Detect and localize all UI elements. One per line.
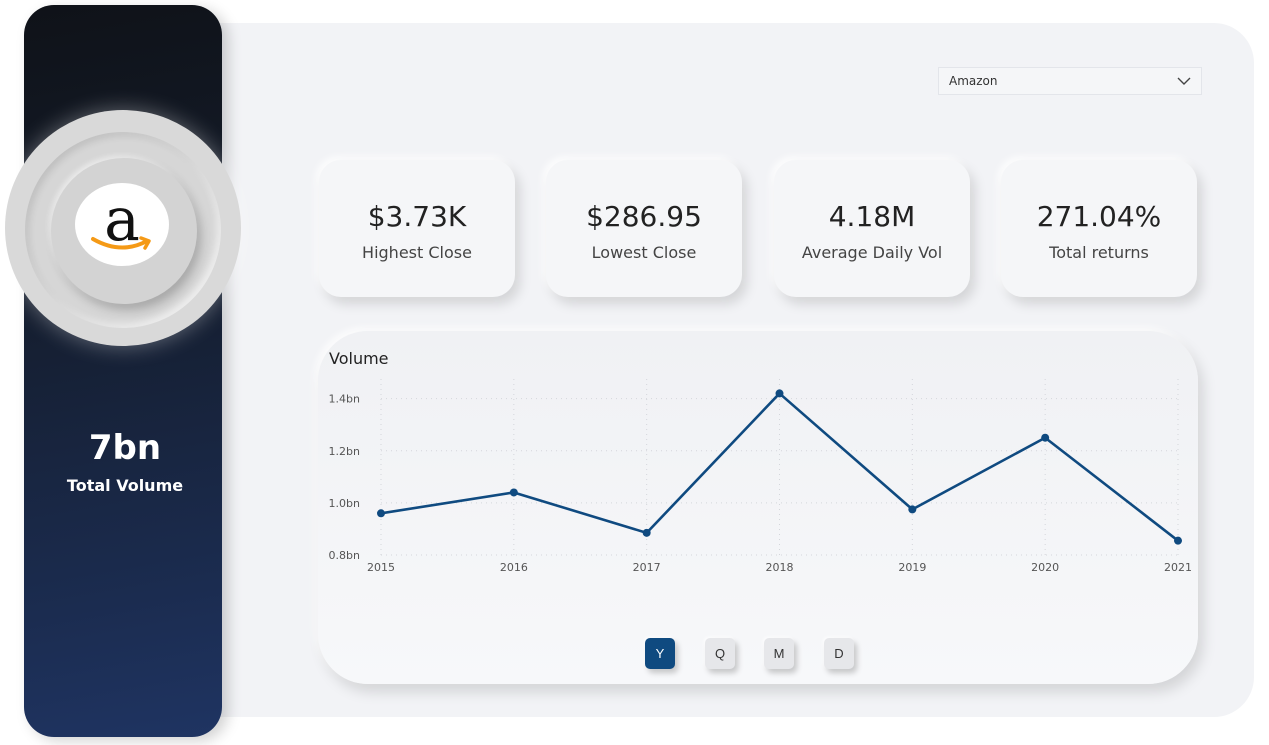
y-tick-label: 0.8bn — [329, 549, 360, 562]
kpi-card-lowest-close: $286.95 Lowest Close — [546, 160, 742, 297]
kpi-card-highest-close: $3.73K Highest Close — [319, 160, 515, 297]
x-tick-label: 2020 — [1031, 561, 1059, 574]
kpi-label: Lowest Close — [591, 243, 697, 262]
logo-ring: a — [25, 132, 221, 328]
data-point — [509, 488, 518, 497]
dashboard: a 7bn Total Volume Amazon $3.73K Highest… — [0, 0, 1269, 745]
data-point — [1174, 536, 1182, 545]
logo-smile-icon — [91, 236, 151, 250]
kpi-label: Highest Close — [362, 243, 472, 262]
kpi-card-total-returns: 271.04% Total returns — [1001, 160, 1197, 297]
chevron-down-icon — [1177, 77, 1191, 85]
x-tick-label: 2019 — [898, 561, 926, 574]
series-line — [380, 392, 1179, 542]
data-point — [908, 505, 917, 514]
x-tick-label: 2015 — [367, 561, 395, 574]
company-select-value: Amazon — [949, 74, 998, 88]
company-select[interactable]: Amazon — [938, 67, 1202, 95]
kpi-label: Total returns — [1049, 243, 1149, 262]
total-volume-value: 7bn — [88, 428, 162, 468]
kpi-card-average-daily-vol: 4.18M Average Daily Vol — [774, 160, 970, 297]
y-tick-label: 1.2bn — [329, 445, 360, 458]
x-tick-label: 2018 — [766, 561, 794, 574]
y-tick-label: 1.4bn — [329, 393, 360, 406]
amazon-logo-icon: a — [75, 183, 169, 266]
volume-line-chart: 0.8bn 1.0bn 1.2bn 1.4bn 2015 2016 2017 2018 2019… — [329, 379, 1192, 574]
x-tick-label: 2017 — [633, 561, 661, 574]
data-point — [1041, 433, 1050, 442]
period-quarter-button[interactable]: Q — [705, 638, 735, 669]
period-day-button[interactable]: D — [824, 638, 854, 669]
y-tick-label: 1.0bn — [329, 497, 360, 510]
period-month-button[interactable]: M — [764, 638, 794, 669]
kpi-value: $286.95 — [586, 200, 702, 233]
data-point — [642, 528, 651, 537]
total-volume-label: Total Volume — [66, 476, 184, 495]
kpi-value: 271.04% — [1036, 200, 1162, 233]
period-year-button[interactable]: Y — [645, 638, 675, 669]
kpi-label: Average Daily Vol — [801, 243, 943, 262]
kpi-value: 4.18M — [828, 200, 916, 233]
x-tick-label: 2016 — [500, 561, 528, 574]
data-point — [377, 509, 385, 518]
logo-disc: a — [51, 158, 197, 304]
data-point — [775, 389, 784, 398]
company-logo: a — [5, 110, 241, 346]
x-tick-label: 2021 — [1164, 561, 1192, 574]
volume-chart-card: Volume 0.8bn 1.0bn 1.2bn 1.4bn 2015 2016 2017 2… — [318, 331, 1198, 684]
kpi-value: $3.73K — [367, 200, 467, 233]
